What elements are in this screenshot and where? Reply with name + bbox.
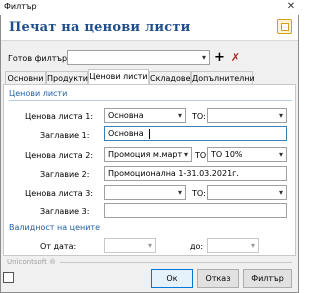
section-validity: Валидност на цените (9, 223, 101, 232)
title-bar[interactable] (0, 0, 299, 15)
filter-button[interactable]: Филтър (243, 269, 292, 288)
title-1-input[interactable]: Основна (104, 126, 287, 141)
ready-filter-combo[interactable]: ▾ (67, 50, 210, 65)
price-list-3-to-label: ТО: (192, 189, 206, 198)
window-title: Филтър (4, 2, 37, 11)
price-list-1-to-combo[interactable]: ▾ (207, 108, 287, 123)
page-title: Печат на ценови листи (9, 20, 191, 35)
chevron-down-icon: ▾ (147, 241, 152, 250)
tab-additional[interactable]: Допълнителни (191, 71, 255, 85)
chevron-down-icon: ▾ (183, 150, 188, 159)
text-caret (149, 129, 150, 139)
chevron-down-icon: ▾ (278, 188, 283, 197)
price-list-1-to-label: ТО: (192, 112, 206, 121)
tab-price-lists[interactable]: Ценови листи (88, 69, 149, 85)
tab-products[interactable]: Продукти (46, 71, 88, 85)
add-filter-icon[interactable]: + (213, 50, 226, 65)
tab-warehouses[interactable]: Складове (149, 71, 191, 85)
chevron-down-icon: ▾ (201, 53, 206, 62)
title-1-label: Заглавие 1: (40, 131, 90, 140)
price-list-2-combo[interactable]: Промоция м.март ▾ (104, 147, 192, 162)
price-list-2-to-combo[interactable]: ТО 10% ▾ (207, 147, 287, 162)
price-list-3-label: Ценова листа 3: (25, 189, 94, 198)
grip-icon[interactable] (3, 272, 14, 283)
cancel-button[interactable]: Отказ (197, 269, 239, 288)
valid-from-date[interactable]: ▾ (104, 238, 156, 253)
close-icon[interactable]: ✕ (285, 0, 297, 13)
ok-button[interactable]: Ок (151, 269, 193, 288)
brand-label: Unicontsoft ® (7, 258, 57, 266)
chevron-down-icon: ▾ (177, 188, 182, 197)
chevron-down-icon: ▾ (278, 150, 283, 159)
chevron-down-icon: ▾ (250, 241, 255, 250)
chevron-down-icon: ▾ (177, 111, 182, 120)
delete-filter-icon[interactable]: ✗ (229, 50, 242, 65)
window-restore-icon[interactable] (277, 19, 292, 34)
price-list-1-label: Ценова листа 1: (25, 112, 94, 121)
title-3-input[interactable] (104, 203, 287, 218)
price-list-3-combo[interactable]: ▾ (104, 185, 186, 200)
title-2-input[interactable]: Промоционална 1-31.03.2021г. (104, 166, 287, 181)
tab-basic[interactable]: Основни (5, 71, 46, 85)
section-divider (9, 100, 292, 101)
title-3-label: Заглавие 3: (40, 207, 90, 216)
ready-filter-label: Готов филтър: (8, 54, 70, 63)
price-list-1-combo[interactable]: Основна ▾ (104, 108, 186, 123)
valid-to-date[interactable]: ▾ (207, 238, 259, 253)
footer-divider (60, 262, 292, 263)
valid-to-label: до: (190, 242, 204, 251)
price-list-3-to-combo[interactable]: ▾ (207, 185, 287, 200)
section-price-lists: Ценови листи (9, 89, 68, 98)
title-2-label: Заглавие 2: (40, 170, 90, 179)
valid-from-label: От дата: (40, 242, 77, 251)
price-list-2-label: Ценова листа 2: (25, 151, 94, 160)
chevron-down-icon: ▾ (278, 111, 283, 120)
